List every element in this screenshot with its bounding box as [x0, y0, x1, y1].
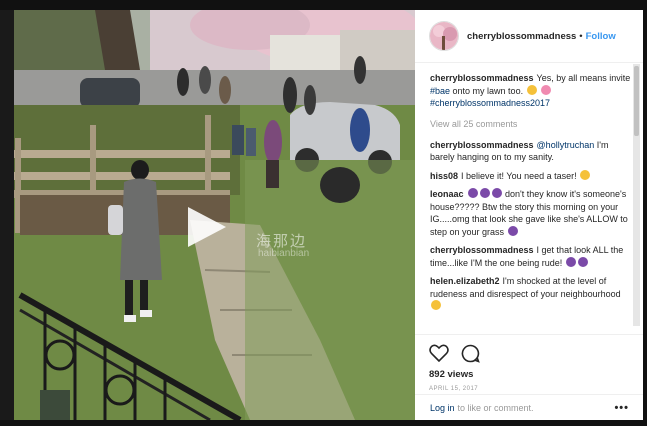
header-username[interactable]: cherryblossommadness: [467, 31, 576, 42]
follow-button[interactable]: Follow: [586, 31, 616, 42]
facepalm-emoji-icon: [479, 188, 490, 198]
post-video[interactable]: 海那边 haibianbian: [0, 10, 415, 420]
post-footer: Log in to like or comment. •••: [415, 394, 643, 420]
post-side-panel: cherryblossommadness • Follow cherryblos…: [415, 10, 643, 420]
comment-username[interactable]: hiss08: [430, 171, 458, 181]
comment-item: cherryblossommadness I get that look ALL …: [430, 244, 631, 269]
comment-text: Yes, by all means invite: [536, 73, 631, 83]
login-link[interactable]: Log in: [430, 403, 455, 413]
comment-item: hiss08 I believe it! You need a taser!: [430, 169, 631, 183]
hashtag-link[interactable]: #bae: [430, 86, 450, 96]
comment-username[interactable]: helen.elizabeth2: [430, 276, 500, 286]
comment-username[interactable]: cherryblossommadness: [430, 245, 534, 255]
more-options-icon[interactable]: •••: [614, 402, 629, 414]
speech-bubble-icon: [461, 344, 480, 363]
facepalm-emoji-icon: [507, 225, 518, 236]
comment-item: helen.elizabeth2 I'm shocked at the level…: [430, 275, 631, 313]
comment-item: leonaac don't they know it's someone's h…: [430, 188, 631, 238]
login-prompt-text: to like or comment.: [457, 402, 534, 413]
post-date[interactable]: APRIL 15, 2017: [429, 386, 629, 392]
facepalm-emoji-icon: [467, 188, 478, 198]
hashtag-link[interactable]: #cherryblossommadness2017: [430, 98, 550, 108]
view-all-comments-link[interactable]: View all 25 comments: [430, 119, 631, 129]
heart-icon: [429, 344, 449, 362]
sad-face-emoji-icon: [526, 84, 537, 95]
comment-text: onto my lawn too.: [450, 85, 526, 96]
post-actions: 892 views APRIL 15, 2017: [415, 334, 643, 392]
like-button[interactable]: [429, 344, 449, 362]
avatar[interactable]: [429, 21, 459, 51]
play-button[interactable]: [186, 205, 228, 249]
play-icon: [188, 207, 226, 247]
caption-comment: cherryblossommadness Yes, by all means in…: [430, 72, 631, 110]
comment-button[interactable]: [461, 344, 480, 363]
comment-text: I believe it! You need a taser!: [461, 170, 580, 181]
facepalm-emoji-icon: [491, 188, 502, 198]
window-frame-right: [643, 0, 647, 426]
window-frame-bottom: [0, 420, 647, 426]
laughing-face-emoji-icon: [580, 169, 591, 180]
post-header: cherryblossommadness • Follow: [415, 10, 643, 63]
comment-username[interactable]: cherryblossommadness: [430, 73, 534, 83]
facepalm-emoji-icon: [565, 256, 576, 267]
cherry-blossom-emoji-icon: [541, 84, 552, 95]
avatar-image: [430, 22, 458, 50]
view-count: 892 views: [429, 369, 474, 380]
mention-link[interactable]: @hollytruchan: [537, 140, 595, 150]
comment-item: cherryblossommadness @hollytruchan I'm ba…: [430, 139, 631, 164]
comments-scrollbar-thumb[interactable]: [634, 66, 639, 136]
disappointed-face-emoji-icon: [431, 300, 441, 310]
comment-username[interactable]: cherryblossommadness: [430, 140, 534, 150]
comments-list[interactable]: cherryblossommadness Yes, by all means in…: [415, 64, 643, 334]
watermark-subtext: haibianbian: [258, 248, 310, 259]
comment-username[interactable]: leonaac: [430, 189, 464, 199]
header-separator: •: [579, 30, 583, 42]
window-frame-top: [0, 0, 647, 10]
facepalm-emoji-icon: [577, 256, 588, 267]
